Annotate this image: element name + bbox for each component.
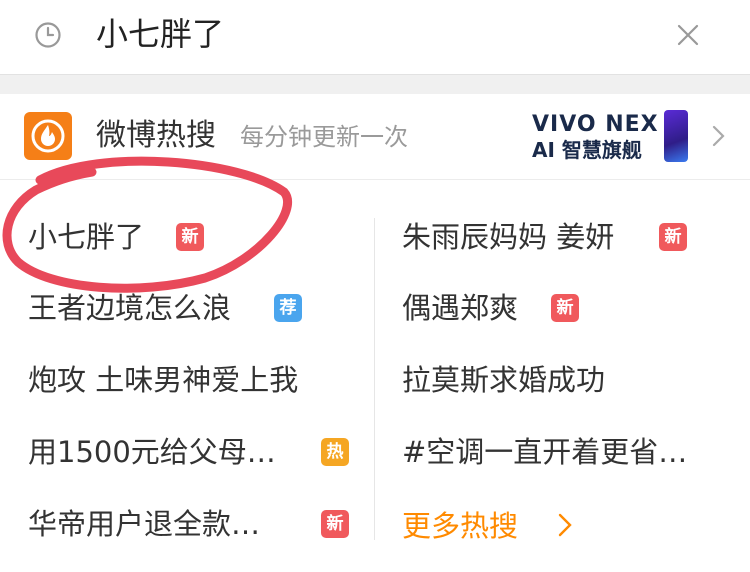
close-icon[interactable] bbox=[676, 23, 700, 47]
hot-item[interactable]: #空调一直开着更省… bbox=[402, 430, 687, 474]
new-badge: 新 bbox=[321, 510, 349, 538]
hot-item[interactable]: 拉莫斯求婚成功 bbox=[402, 358, 605, 402]
hot-item[interactable]: 偶遇郑爽 bbox=[402, 286, 518, 330]
hot-item[interactable]: 用1500元给父母… bbox=[28, 430, 276, 474]
clock-icon bbox=[35, 22, 61, 48]
hot-item[interactable]: 炮攻 土味男神爱上我 bbox=[28, 358, 298, 402]
hot-item[interactable]: 华帝用户退全款… bbox=[28, 502, 260, 546]
hot-item[interactable]: 小七胖了 bbox=[28, 215, 144, 259]
ad-brand-text[interactable]: VIVO NEX bbox=[532, 112, 659, 138]
update-frequency-label: 每分钟更新一次 bbox=[240, 123, 408, 151]
chevron-right-icon[interactable] bbox=[556, 512, 574, 538]
search-input[interactable]: 小七胖了 bbox=[96, 12, 224, 56]
new-badge: 新 bbox=[659, 223, 687, 251]
hot-search-title: 微博热搜 bbox=[96, 118, 216, 153]
phone-image bbox=[664, 110, 688, 162]
hot-badge: 热 bbox=[321, 438, 349, 466]
new-badge: 新 bbox=[551, 294, 579, 322]
ad-slogan-text[interactable]: AI 智慧旗舰 bbox=[532, 138, 642, 162]
hot-item[interactable]: 王者边境怎么浪 bbox=[28, 286, 231, 330]
section-divider bbox=[0, 74, 750, 94]
recommend-badge: 荐 bbox=[274, 294, 302, 322]
hot-item[interactable]: 朱雨辰妈妈 姜妍 bbox=[402, 215, 614, 259]
column-divider bbox=[374, 218, 375, 540]
chevron-right-icon[interactable] bbox=[708, 124, 728, 148]
new-badge: 新 bbox=[176, 223, 204, 251]
flame-icon bbox=[24, 112, 72, 160]
more-hot-search-link[interactable]: 更多热搜 bbox=[402, 504, 518, 548]
